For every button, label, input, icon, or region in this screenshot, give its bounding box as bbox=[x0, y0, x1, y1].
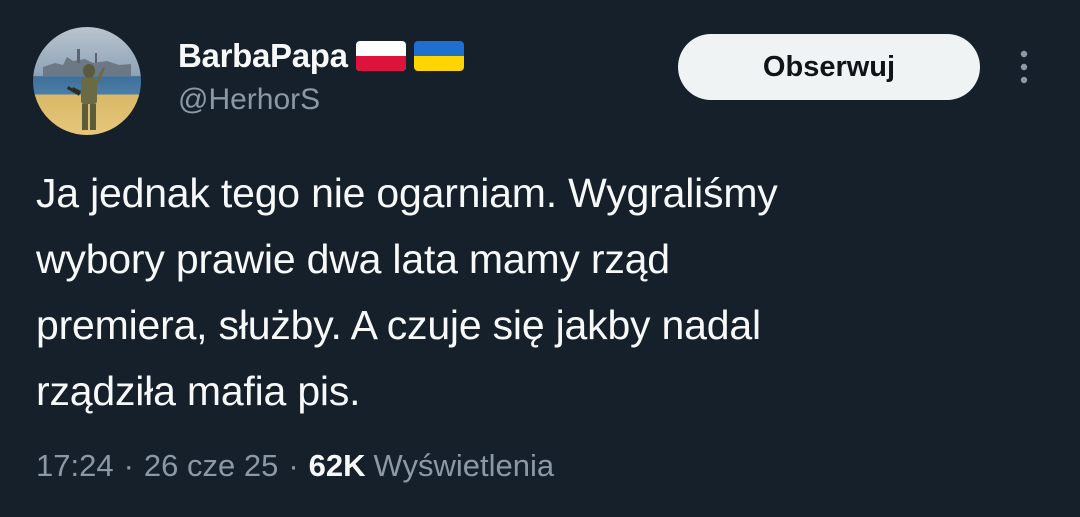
meta-separator: · bbox=[123, 448, 134, 483]
views-label[interactable]: Wyświetlenia bbox=[374, 448, 555, 484]
tweet-text-line: premiera, służby. A czuje się jakby nada… bbox=[36, 302, 761, 348]
display-name[interactable]: BarbaPapa bbox=[178, 37, 348, 75]
tweet-text: Ja jednak tego nie ogarniam. Wygraliśmy … bbox=[36, 160, 1046, 424]
tweet-time[interactable]: 17:24 bbox=[36, 448, 114, 484]
meta-separator: · bbox=[288, 448, 299, 483]
follow-button[interactable]: Obserwuj bbox=[678, 34, 980, 100]
author-name-row: BarbaPapa bbox=[178, 34, 464, 78]
tweet-meta: 17:24 · 26 cze 25 · 62K Wyświetlenia bbox=[36, 444, 554, 488]
views-count[interactable]: 62K bbox=[309, 448, 366, 484]
user-handle[interactable]: @HerhorS bbox=[178, 83, 320, 117]
tweet-date[interactable]: 26 cze 25 bbox=[144, 448, 278, 484]
ukraine-flag-icon bbox=[413, 39, 464, 73]
tweet-text-line: wybory prawie dwa lata mamy rząd bbox=[36, 236, 670, 282]
more-vertical-icon[interactable] bbox=[1009, 46, 1039, 90]
tweet-text-line: Ja jednak tego nie ogarniam. Wygraliśmy bbox=[36, 170, 778, 216]
tweet-card: BarbaPapa @HerhorS Obserwuj Ja jednak te… bbox=[0, 0, 1080, 517]
poland-flag-icon bbox=[355, 39, 406, 73]
tweet-text-line: rządziła mafia pis. bbox=[36, 368, 361, 414]
avatar[interactable] bbox=[33, 27, 141, 135]
